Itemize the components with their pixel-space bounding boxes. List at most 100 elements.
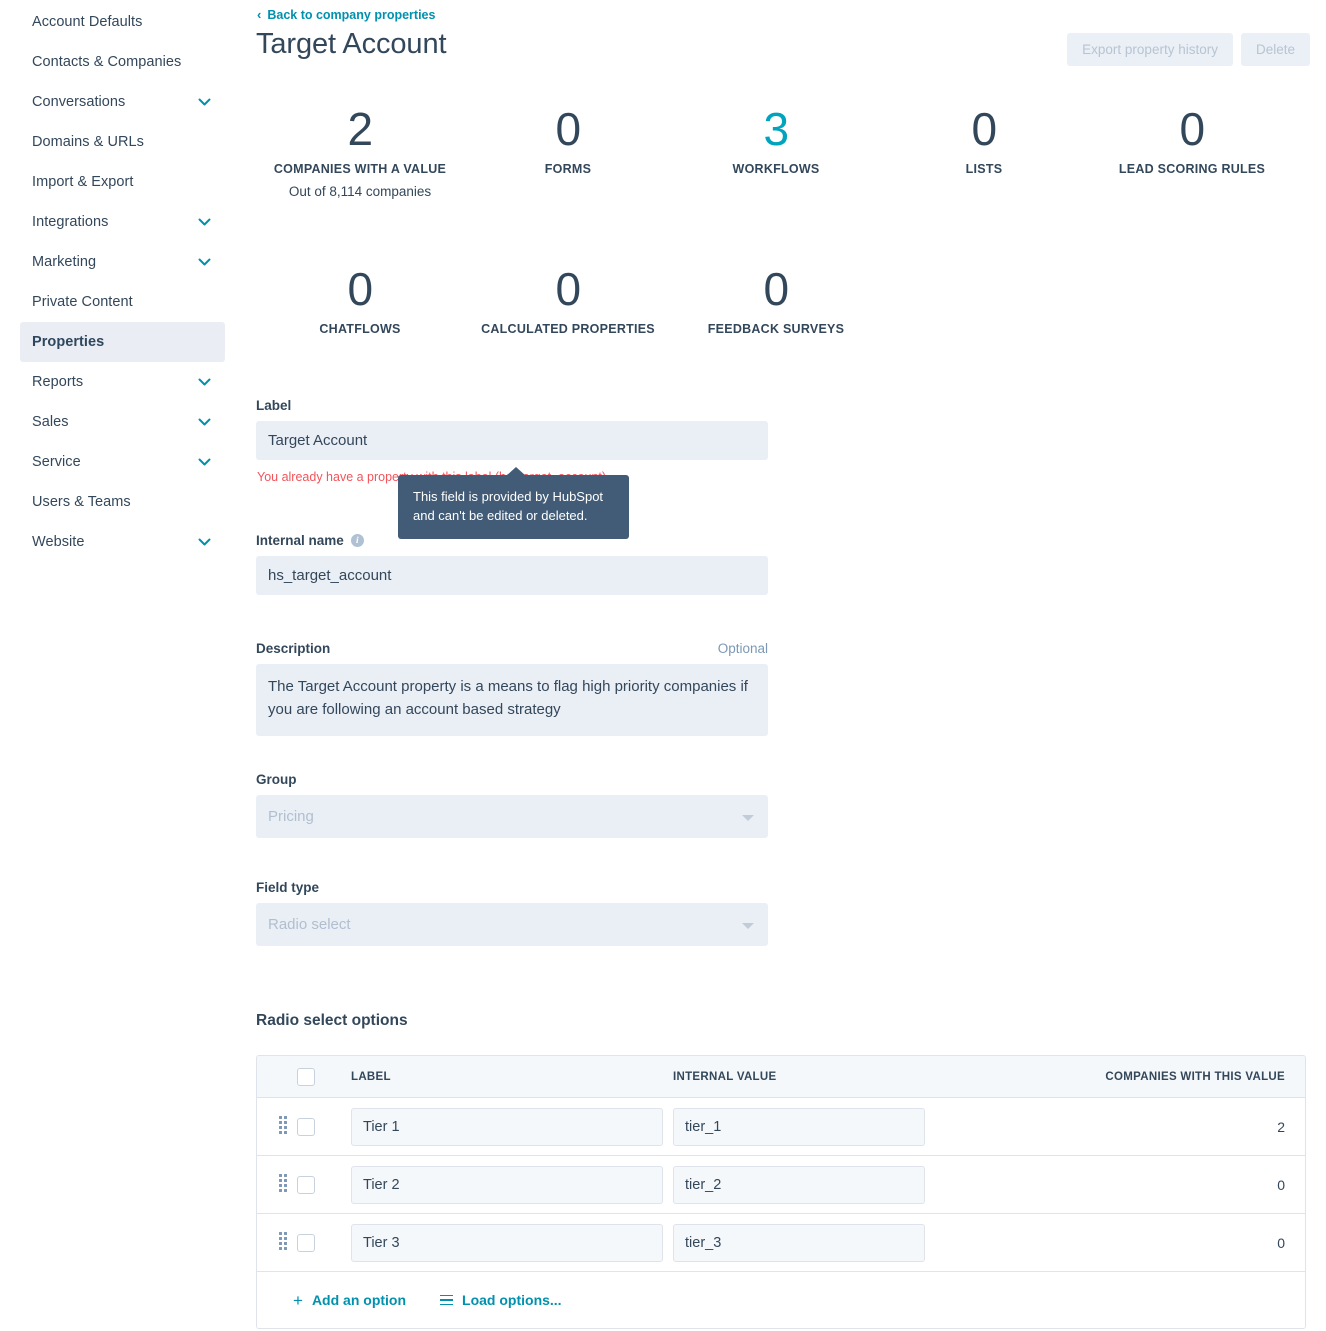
sidebar-item-contacts-companies[interactable]: Contacts & Companies xyxy=(20,42,225,82)
chevron-down-icon[interactable] xyxy=(198,258,211,266)
select-all-cell xyxy=(297,1068,333,1086)
description-textarea[interactable]: The Target Account property is a means t… xyxy=(256,664,768,736)
export-property-history-button[interactable]: Export property history xyxy=(1067,33,1233,66)
sidebar-item-sales[interactable]: Sales xyxy=(20,402,225,442)
row-checkbox[interactable] xyxy=(297,1234,315,1252)
delete-button[interactable]: Delete xyxy=(1241,33,1310,66)
sidebar-item-label: Contacts & Companies xyxy=(32,54,181,70)
group-select-value: Pricing xyxy=(268,808,314,825)
stat-value: 2 xyxy=(347,105,372,155)
stat-value: 3 xyxy=(763,105,788,155)
sidebar-item-service[interactable]: Service xyxy=(20,442,225,482)
sidebar-item-domains-urls[interactable]: Domains & URLs xyxy=(20,122,225,162)
sidebar-item-account-defaults[interactable]: Account Defaults xyxy=(20,2,225,42)
stat-label: LEAD SCORING RULES xyxy=(1119,162,1265,176)
table-row: 2 xyxy=(257,1098,1305,1156)
stat-calculated-properties: 0CALCULATED PROPERTIES xyxy=(464,265,672,336)
back-to-company-properties-link[interactable]: ‹ Back to company properties xyxy=(257,8,435,22)
chevron-down-icon[interactable] xyxy=(198,418,211,426)
stat-label: CHATFLOWS xyxy=(319,322,400,336)
field-type-select-value: Radio select xyxy=(268,916,351,933)
stat-subtext: Out of 8,114 companies xyxy=(289,184,431,199)
group-select[interactable]: Pricing xyxy=(256,795,768,838)
sidebar-item-label: Reports xyxy=(32,374,83,390)
header-actions: Export property history Delete xyxy=(1067,33,1310,66)
sidebar-item-conversations[interactable]: Conversations xyxy=(20,82,225,122)
internal-name-input[interactable] xyxy=(256,556,768,595)
info-icon[interactable]: i xyxy=(351,534,364,547)
option-label-input[interactable] xyxy=(351,1224,663,1262)
add-an-option-button[interactable]: + Add an option xyxy=(293,1292,406,1309)
stat-label: FORMS xyxy=(545,162,591,176)
stat-lead-scoring-rules: 0 LEAD SCORING RULES xyxy=(1088,105,1296,199)
load-options-label: Load options... xyxy=(462,1292,562,1308)
sidebar-item-import-export[interactable]: Import & Export xyxy=(20,162,225,202)
plus-icon: + xyxy=(293,1292,303,1309)
sidebar-item-label: Domains & URLs xyxy=(32,134,144,150)
option-label-cell xyxy=(333,1224,663,1262)
stats-row-primary: 2 COMPANIES WITH A VALUE Out of 8,114 comp… xyxy=(256,105,1306,199)
select-all-checkbox[interactable] xyxy=(297,1068,315,1086)
settings-page: Account Defaults Contacts & Companies Conv… xyxy=(0,0,1326,1331)
column-header-label: LABEL xyxy=(333,1071,663,1083)
tooltip-text: This field is provided by HubSpot and ca… xyxy=(413,489,603,523)
chevron-down-icon[interactable] xyxy=(198,98,211,106)
option-value-cell xyxy=(663,1224,925,1262)
stat-label: COMPANIES WITH A VALUE xyxy=(274,162,446,176)
chevron-down-icon[interactable] xyxy=(198,458,211,466)
sidebar-item-website[interactable]: Website xyxy=(20,522,225,562)
chevron-down-icon xyxy=(742,923,754,929)
chevron-down-icon[interactable] xyxy=(198,378,211,386)
back-link-label: Back to company properties xyxy=(267,8,435,22)
chevron-down-icon[interactable] xyxy=(198,218,211,226)
sidebar-item-private-content[interactable]: Private Content xyxy=(20,282,225,322)
load-options-button[interactable]: Load options... xyxy=(440,1292,562,1308)
field-type-label: Field type xyxy=(256,880,768,895)
radio-select-options-section: Radio select options LABEL INTERNAL VALU… xyxy=(256,1012,1306,1329)
table-row: 0 xyxy=(257,1156,1305,1214)
sidebar-item-users-teams[interactable]: Users & Teams xyxy=(20,482,225,522)
option-company-count: 2 xyxy=(925,1119,1291,1135)
stat-label: LISTS xyxy=(966,162,1003,176)
page-title: Target Account xyxy=(256,28,446,61)
option-internal-value-input[interactable] xyxy=(673,1166,925,1204)
option-internal-value-input[interactable] xyxy=(673,1108,925,1146)
stat-chatflows: 0CHATFLOWS xyxy=(256,265,464,336)
tooltip-arrow xyxy=(506,467,526,476)
option-label-cell xyxy=(333,1166,663,1204)
description-field-label: Description Optional xyxy=(256,641,768,656)
chevron-down-icon[interactable] xyxy=(198,538,211,546)
option-label-input[interactable] xyxy=(351,1108,663,1146)
sidebar-item-label: Integrations xyxy=(32,214,108,230)
stat-value: 0 xyxy=(971,105,996,155)
sidebar-item-label: Marketing xyxy=(32,254,96,270)
hubspot-field-tooltip: This field is provided by HubSpot and ca… xyxy=(398,475,629,539)
drag-handle-icon[interactable] xyxy=(279,1174,297,1196)
row-checkbox[interactable] xyxy=(297,1176,315,1194)
add-an-option-label: Add an option xyxy=(312,1292,406,1308)
sidebar-item-label: Users & Teams xyxy=(32,494,131,510)
option-internal-value-input[interactable] xyxy=(673,1224,925,1262)
stat-value: 0 xyxy=(763,265,788,315)
field-type-select[interactable]: Radio select xyxy=(256,903,768,946)
sidebar-item-integrations[interactable]: Integrations xyxy=(20,202,225,242)
label-field-label: Label xyxy=(256,398,768,413)
sidebar-item-label: Website xyxy=(32,534,84,550)
options-table-body: 200 xyxy=(257,1098,1305,1272)
row-checkbox-cell xyxy=(297,1118,333,1136)
stat-feedback-surveys: 0FEEDBACK SURVEYS xyxy=(672,265,880,336)
drag-handle-icon[interactable] xyxy=(279,1232,297,1254)
label-input[interactable] xyxy=(256,421,768,460)
drag-handle-icon[interactable] xyxy=(279,1116,297,1138)
internal-name-field-group: Internal name i xyxy=(256,533,768,595)
stat-value: 0 xyxy=(1179,105,1204,155)
list-icon xyxy=(440,1295,453,1306)
sidebar-item-reports[interactable]: Reports xyxy=(20,362,225,402)
option-label-input[interactable] xyxy=(351,1166,663,1204)
sidebar-item-marketing[interactable]: Marketing xyxy=(20,242,225,282)
options-table: LABEL INTERNAL VALUE COMPANIES WITH THIS… xyxy=(256,1055,1306,1329)
column-header-companies-with-value: COMPANIES WITH THIS VALUE xyxy=(925,1071,1291,1083)
stat-lists: 0 LISTS xyxy=(880,105,1088,199)
sidebar-item-properties[interactable]: Properties xyxy=(20,322,225,362)
row-checkbox[interactable] xyxy=(297,1118,315,1136)
